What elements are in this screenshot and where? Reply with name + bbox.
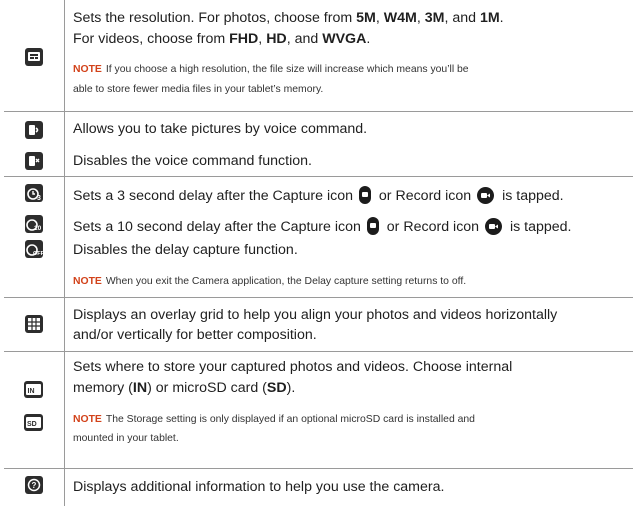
storage-internal-icon: IN bbox=[24, 381, 43, 398]
grid-icon bbox=[25, 315, 43, 333]
storage-note: NOTE The Storage setting is only displaye… bbox=[73, 414, 475, 425]
voice-off-text: Disables the voice command function. bbox=[73, 153, 312, 169]
grid-row: Displays an overlay grid to help you ali… bbox=[4, 297, 633, 351]
record-button-icon bbox=[485, 218, 503, 241]
voice-shutter-on-icon bbox=[25, 121, 43, 139]
help-icon: ? bbox=[25, 476, 43, 494]
capture-button-icon bbox=[358, 186, 371, 210]
voice-shutter-off-icon bbox=[25, 152, 43, 170]
svg-text:3: 3 bbox=[37, 195, 41, 202]
grid-text-line2: and/or vertically for better composition… bbox=[73, 327, 317, 343]
timer-10s-icon: 10 bbox=[25, 215, 43, 233]
storage-text-line2: memory (IN) or microSD card (SD). bbox=[73, 380, 296, 396]
resolution-note-cont: able to store fewer media files in your … bbox=[73, 84, 324, 95]
capture-button-icon bbox=[366, 217, 379, 241]
icon-cell bbox=[4, 112, 65, 176]
timer-10s-text: Sets a 10 second delay after the Capture… bbox=[73, 217, 629, 241]
svg-text:OFF: OFF bbox=[33, 251, 43, 257]
note-label: NOTE bbox=[73, 276, 102, 287]
help-row: ? Displays additional information to hel… bbox=[4, 468, 633, 506]
voice-on-text: Allows you to take pictures by voice com… bbox=[73, 121, 368, 137]
timer-3s-icon: 3 bbox=[25, 184, 43, 202]
icon-cell bbox=[4, 298, 65, 351]
timer-row: 3 10 OFF Sets a 3 second delay after the… bbox=[4, 176, 633, 297]
record-button-icon bbox=[477, 187, 495, 210]
timer-3s-text: Sets a 3 second delay after the Capture … bbox=[73, 186, 629, 210]
svg-text:SD: SD bbox=[27, 421, 37, 428]
resolution-row: Sets the resolution. For photos, choose … bbox=[4, 0, 633, 111]
help-text: Displays additional information to help … bbox=[73, 479, 445, 495]
icon-cell: 3 10 OFF bbox=[4, 177, 65, 297]
svg-text:IN: IN bbox=[28, 388, 35, 395]
voice-row: Allows you to take pictures by voice com… bbox=[4, 111, 633, 176]
storage-text-line1: Sets where to store your captured photos… bbox=[73, 359, 513, 375]
resolution-icon bbox=[25, 48, 43, 66]
resolution-video-text: For videos, choose from FHD, HD, and WVG… bbox=[73, 31, 371, 47]
svg-text:?: ? bbox=[32, 481, 37, 490]
storage-sd-icon: SD bbox=[24, 414, 43, 431]
resolution-photo-text: Sets the resolution. For photos, choose … bbox=[73, 10, 504, 26]
icon-cell: IN SD bbox=[4, 352, 65, 468]
icon-cell bbox=[4, 0, 65, 111]
resolution-note: NOTE If you choose a high resolution, the… bbox=[73, 64, 469, 75]
timer-off-text: Disables the delay capture function. bbox=[73, 242, 298, 258]
timer-note: NOTE When you exit the Camera application… bbox=[73, 276, 467, 287]
timer-off-icon: OFF bbox=[25, 240, 43, 258]
grid-text-line1: Displays an overlay grid to help you ali… bbox=[73, 307, 558, 323]
storage-row: IN SD Sets where to store your captured … bbox=[4, 351, 633, 468]
manual-page: Sets the resolution. For photos, choose … bbox=[0, 0, 633, 506]
svg-text:10: 10 bbox=[34, 225, 42, 232]
note-label: NOTE bbox=[73, 64, 102, 75]
icon-cell: ? bbox=[4, 469, 65, 506]
note-label: NOTE bbox=[73, 414, 102, 425]
storage-note-cont: mounted in your tablet. bbox=[73, 433, 179, 444]
